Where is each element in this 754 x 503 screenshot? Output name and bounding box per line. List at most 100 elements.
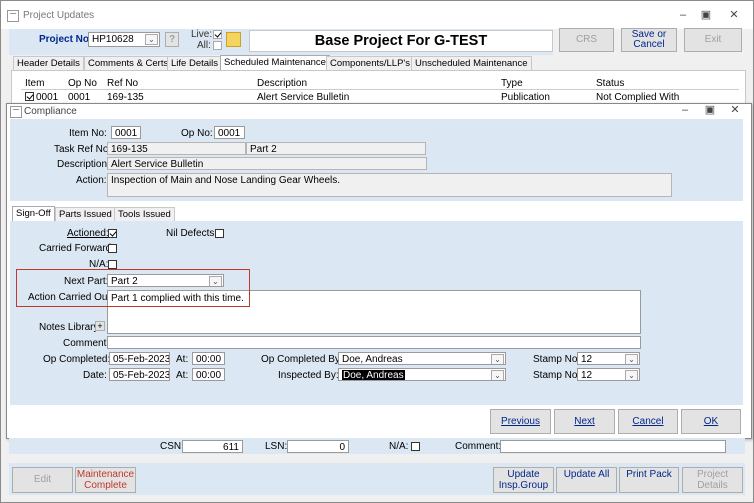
live-checkbox[interactable] bbox=[213, 30, 222, 39]
op-no-field[interactable]: 0001 bbox=[214, 126, 245, 139]
inspected-by-select[interactable]: Doe, Andreas ⌄ bbox=[338, 368, 506, 381]
inspected-by-label: Inspected By: bbox=[278, 370, 339, 381]
update-insp-group-button[interactable]: Update Insp.Group bbox=[493, 467, 554, 493]
title-bar: Project Updates – ▣ ✕ bbox=[1, 1, 753, 29]
stamp-no-select-1[interactable]: 12 ⌄ bbox=[577, 352, 640, 365]
plus-icon[interactable]: + bbox=[95, 321, 105, 331]
inspected-by-value: Doe, Andreas bbox=[342, 370, 405, 381]
help-button[interactable]: ? bbox=[165, 32, 179, 47]
tab-tools-issued[interactable]: Tools Issued bbox=[114, 207, 175, 221]
stamp-no-select-2[interactable]: 12 ⌄ bbox=[577, 368, 640, 381]
column-op-no: Op No bbox=[68, 78, 97, 89]
dialog-title-bar: Compliance – ▣ ✕ bbox=[7, 104, 751, 118]
tab-components-llps[interactable]: Components/LLP's bbox=[326, 56, 414, 70]
lsn-label: LSN: bbox=[265, 441, 288, 452]
date-label: Date: bbox=[83, 370, 107, 381]
tab-life-details[interactable]: Life Details bbox=[167, 56, 222, 70]
op-completed-by-value: Doe, Andreas bbox=[342, 354, 403, 365]
comment-input[interactable] bbox=[107, 336, 641, 349]
stamp-no-label: Stamp No: bbox=[533, 354, 581, 365]
item-no-field[interactable]: 0001 bbox=[111, 126, 141, 139]
chevron-down-icon[interactable]: ⌄ bbox=[145, 34, 158, 45]
all-checkbox[interactable] bbox=[213, 41, 222, 50]
next-button[interactable]: Next bbox=[554, 409, 615, 434]
at-label-2: At: bbox=[176, 370, 189, 381]
tab-parts-issued[interactable]: Parts Issued bbox=[55, 207, 116, 221]
close-icon[interactable]: ✕ bbox=[723, 6, 745, 24]
stamp-no-value-1: 12 bbox=[581, 354, 593, 365]
chevron-down-icon[interactable]: ⌄ bbox=[625, 370, 638, 380]
highlight-box bbox=[16, 269, 250, 307]
tab-scheduled-maintenance[interactable]: Scheduled Maintenance bbox=[220, 55, 330, 70]
at-label: At: bbox=[176, 354, 189, 365]
lsn-field[interactable]: 0 bbox=[287, 440, 349, 453]
lower-na-label: N/A: bbox=[389, 441, 409, 452]
maintenance-complete-button[interactable]: Maintenance Complete bbox=[75, 467, 136, 493]
lower-na-checkbox[interactable] bbox=[411, 442, 420, 451]
crs-button[interactable]: CRS bbox=[559, 28, 614, 52]
edit-button[interactable]: Edit bbox=[12, 467, 73, 493]
project-details-button[interactable]: Project Details bbox=[682, 467, 743, 493]
notes-library-label: Notes Library bbox=[39, 322, 99, 333]
csn-field[interactable]: 611 bbox=[182, 440, 243, 453]
op-completed-label: Op Completed: bbox=[43, 354, 111, 365]
folder-icon[interactable] bbox=[226, 32, 241, 47]
dialog-restore-icon[interactable]: ▣ bbox=[699, 101, 721, 119]
dialog-title: Compliance bbox=[24, 106, 77, 117]
project-no-label: Project No: bbox=[39, 34, 93, 45]
description-field: Alert Service Bulletin bbox=[107, 157, 427, 170]
table-row-ref-no[interactable]: 169-135 bbox=[107, 92, 144, 103]
table-row-item[interactable]: 0001 bbox=[36, 92, 58, 103]
chevron-down-icon[interactable]: ⌄ bbox=[625, 354, 638, 364]
previous-button[interactable]: Previous bbox=[490, 409, 551, 434]
task-ref-label: Task Ref No: bbox=[54, 144, 112, 155]
nil-defects-checkbox[interactable] bbox=[215, 229, 224, 238]
app-icon bbox=[7, 10, 19, 22]
window-title: Project Updates bbox=[23, 10, 95, 21]
date-field[interactable]: 05-Feb-2023 bbox=[109, 368, 170, 381]
date-time-field[interactable]: 00:00 bbox=[192, 368, 225, 381]
action-field: Inspection of Main and Nose Landing Gear… bbox=[107, 173, 672, 197]
ok-button[interactable]: OK bbox=[681, 409, 741, 434]
project-updates-window: Project Updates – ▣ ✕ Project No: HP1062… bbox=[0, 0, 754, 503]
column-description: Description bbox=[257, 78, 308, 89]
restore-icon[interactable]: ▣ bbox=[695, 6, 717, 24]
row-select-checkbox[interactable] bbox=[25, 92, 34, 101]
carried-forward-checkbox[interactable] bbox=[108, 244, 117, 253]
project-no-select[interactable]: HP10628 ⌄ bbox=[88, 32, 160, 47]
na-checkbox[interactable] bbox=[108, 260, 117, 269]
table-row-description[interactable]: Alert Service Bulletin bbox=[257, 92, 349, 103]
op-completed-by-select[interactable]: Doe, Andreas ⌄ bbox=[338, 352, 506, 365]
carried-forward-label: Carried Forward: bbox=[39, 243, 115, 254]
op-completed-date-field[interactable]: 05-Feb-2023 bbox=[109, 352, 170, 365]
column-ref-no: Ref No bbox=[107, 78, 139, 89]
lower-comment-field[interactable] bbox=[500, 440, 726, 453]
minimize-icon[interactable]: – bbox=[672, 6, 694, 24]
dialog-minimize-icon[interactable]: – bbox=[674, 101, 696, 119]
actioned-label: Actioned: bbox=[67, 228, 109, 239]
description-label: Description: bbox=[57, 159, 110, 170]
dialog-close-icon[interactable]: ✕ bbox=[724, 101, 746, 119]
comment-label: Comment: bbox=[63, 338, 110, 349]
chevron-down-icon[interactable]: ⌄ bbox=[491, 354, 504, 364]
lower-comment-label: Comment: bbox=[455, 441, 502, 452]
tab-header-details[interactable]: Header Details bbox=[13, 56, 84, 70]
save-or-cancel-button[interactable]: Save or Cancel bbox=[621, 28, 677, 52]
op-no-label: Op No: bbox=[181, 128, 213, 139]
exit-button[interactable]: Exit bbox=[684, 28, 742, 52]
tab-sign-off[interactable]: Sign-Off bbox=[12, 206, 55, 221]
table-row-type[interactable]: Publication bbox=[501, 92, 550, 103]
table-row-status[interactable]: Not Complied With bbox=[596, 92, 679, 103]
tab-comments-certs[interactable]: Comments & Certs bbox=[84, 56, 173, 70]
op-completed-by-label: Op Completed By: bbox=[261, 354, 343, 365]
update-all-button[interactable]: Update All bbox=[556, 467, 617, 493]
stamp-no-value-2: 12 bbox=[581, 370, 593, 381]
table-row-op-no[interactable]: 0001 bbox=[68, 92, 90, 103]
csn-label: CSN: bbox=[160, 441, 184, 452]
tab-unscheduled-maintenance[interactable]: Unscheduled Maintenance bbox=[411, 56, 532, 70]
chevron-down-icon[interactable]: ⌄ bbox=[491, 370, 504, 380]
actioned-checkbox[interactable] bbox=[108, 229, 117, 238]
cancel-button[interactable]: Cancel bbox=[618, 409, 678, 434]
op-completed-time-field[interactable]: 00:00 bbox=[192, 352, 225, 365]
print-pack-button[interactable]: Print Pack bbox=[619, 467, 679, 493]
